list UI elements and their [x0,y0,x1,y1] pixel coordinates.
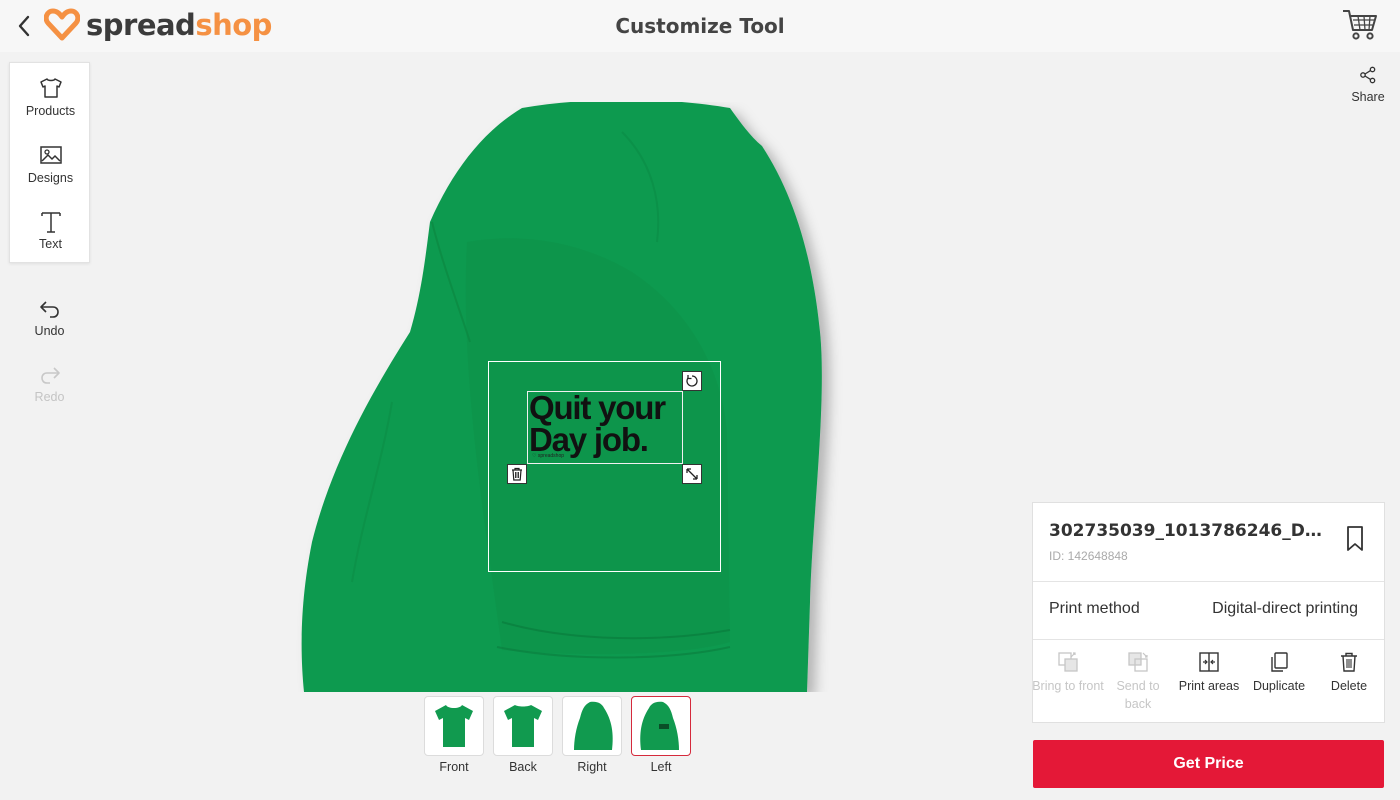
page-title: Customize Tool [615,14,785,38]
cart-button[interactable] [1342,8,1378,42]
designs-button[interactable]: Designs [10,140,91,200]
view-thumb-right[interactable] [562,696,622,756]
duplicate-icon [1271,652,1288,672]
products-button[interactable]: Products [10,73,91,133]
tshirt-icon [39,78,62,98]
view-thumb-back[interactable] [493,696,553,756]
print-areas-button[interactable]: Print areas [1173,651,1245,721]
delete-icon [1341,652,1357,672]
view-label-left: Left [650,760,672,774]
design-name: 302735039_1013786246_Da... [1049,521,1329,541]
text-button[interactable]: Text [10,206,91,266]
undo-icon [39,301,59,318]
view-label-front: Front [439,760,469,774]
print-areas-label: Print areas [1178,679,1240,693]
products-label: Products [25,104,76,118]
designs-label: Designs [27,171,74,185]
duplicate-button[interactable]: Duplicate [1243,651,1315,721]
design-element[interactable]: Quit your Day job. ♡ spreadshop [527,391,683,464]
divider [1033,581,1384,582]
view-thumb-left[interactable] [631,696,691,756]
rotate-handle[interactable] [682,371,702,391]
redo-label: Redo [34,390,65,404]
print-method-value[interactable]: Digital-direct printing [1212,600,1358,618]
send-to-back-label: Send to back [1116,679,1160,711]
view-label-back: Back [509,760,537,774]
resize-icon [686,468,698,480]
text-label: Text [39,237,62,251]
design-line-1: Quit your [529,389,666,426]
print-areas-icon [1199,652,1219,672]
duplicate-label: Duplicate [1252,679,1306,693]
tshirt-front-thumb [435,705,473,747]
design-id: ID: 142648848 [1049,549,1128,563]
delete-button[interactable]: Delete [1313,651,1385,721]
share-button[interactable]: Share [1340,66,1396,118]
delete-label: Delete [1330,679,1368,693]
cart-icon [1343,10,1377,40]
bookmark-button[interactable] [1344,525,1366,553]
share-icon [1360,66,1376,84]
tshirt-left-thumb [640,701,679,750]
text-icon [40,212,61,233]
resize-handle[interactable] [682,464,702,484]
trash-icon [512,467,522,481]
undo-button[interactable]: Undo [9,298,90,354]
tools-panel: Products Designs Text [9,62,90,263]
bring-front-icon [1058,652,1078,672]
design-line-2: Day job. [529,421,649,458]
share-label: Share [1351,90,1385,104]
bookmark-icon [1347,526,1363,551]
bring-to-front-button[interactable]: Bring to front [1032,651,1104,721]
tshirt-right-thumb [574,701,613,750]
send-to-back-button[interactable]: Send to back [1102,651,1174,721]
view-thumb-front[interactable] [424,696,484,756]
tshirt-back-thumb [504,705,542,747]
rotate-icon [686,375,698,387]
redo-button[interactable]: Redo [9,364,90,420]
send-back-icon [1128,652,1148,672]
bring-to-front-label: Bring to front [1032,679,1104,693]
image-icon [39,146,62,164]
print-method-label: Print method [1049,600,1140,617]
design-brand-mark: ♡ spreadshop [532,453,565,459]
design-text: Quit your Day job. [528,389,684,458]
delete-handle[interactable] [507,464,527,484]
view-label-right: Right [577,760,607,774]
undo-label: Undo [34,324,65,338]
header: spreadshop Customize Tool [0,0,1400,52]
get-price-button[interactable]: Get Price [1033,740,1384,788]
divider [1033,639,1384,640]
redo-icon [40,367,60,384]
design-details-panel: 302735039_1013786246_Da... ID: 142648848… [1032,502,1385,723]
